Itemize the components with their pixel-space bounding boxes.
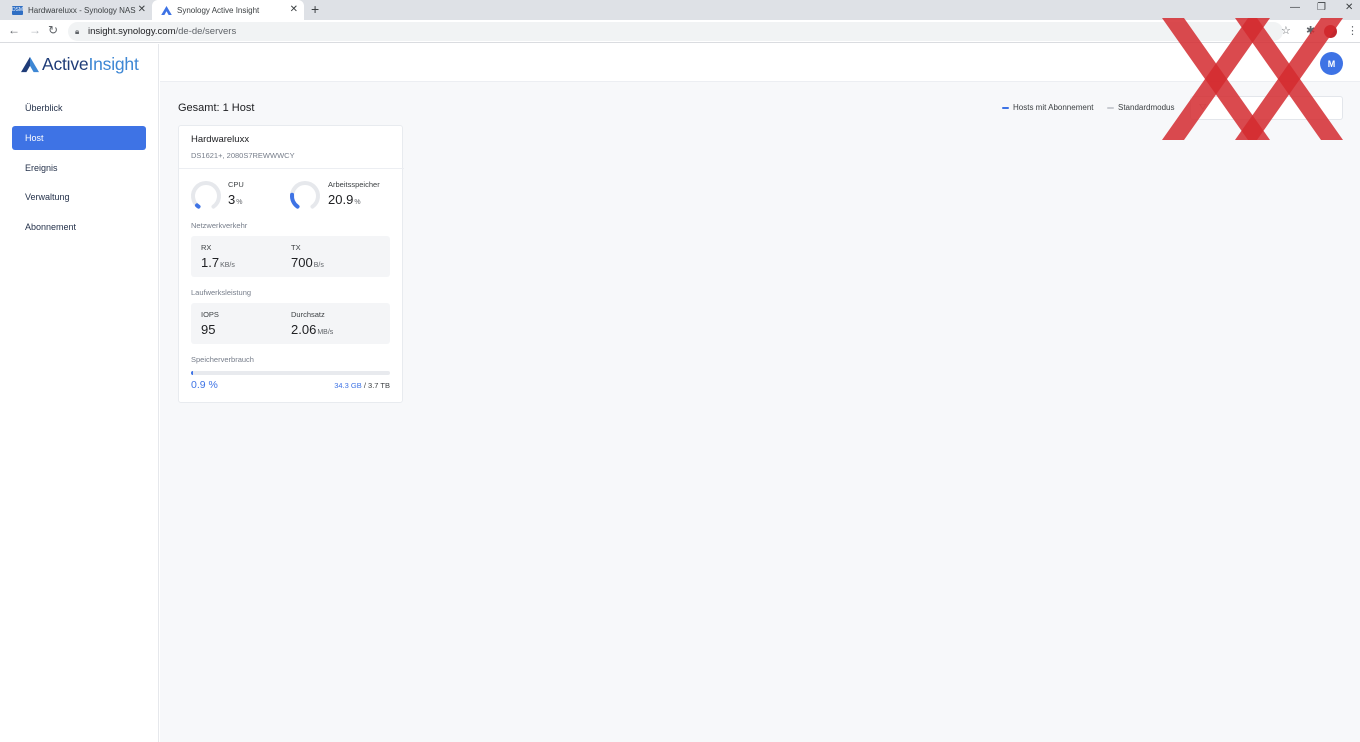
- memory-gauge: [290, 181, 320, 209]
- url-field[interactable]: 🔒︎ insight.synology.com/de-de/servers: [68, 22, 1283, 41]
- active-insight-logo[interactable]: ActiveInsight: [21, 54, 139, 75]
- tx-value: 700B/s: [291, 255, 324, 270]
- logo-text: ActiveInsight: [42, 54, 139, 74]
- main-content: M Gesamt: 1 Host Hosts mit Abonnement St…: [160, 44, 1360, 742]
- drive-section-label: Laufwerksleistung: [191, 288, 252, 297]
- host-total: Gesamt: 1 Host: [178, 102, 255, 114]
- sidebar: ActiveInsight Überblick Host Ereignis Ve…: [0, 44, 159, 742]
- extensions-icon[interactable]: ✱: [1306, 24, 1315, 37]
- memory-value: 20.9%: [328, 192, 361, 207]
- more-menu-icon[interactable]: ⋮: [1347, 24, 1358, 37]
- sidebar-item-events[interactable]: Ereignis: [12, 156, 146, 180]
- legend-subscribed: Hosts mit Abonnement: [1002, 103, 1093, 112]
- close-icon[interactable]: ✕: [290, 4, 298, 15]
- tab-title: Synology Active Insight: [177, 5, 260, 15]
- legend-standard: Standardmodus: [1107, 103, 1174, 112]
- iops-value: 95: [201, 322, 216, 337]
- memory-label: Arbeitsspeicher: [328, 180, 380, 189]
- throughput-value: 2.06MB/s: [291, 322, 334, 337]
- network-metrics: RX 1.7KB/s TX 700B/s: [191, 236, 390, 277]
- active-insight-favicon-icon: [161, 5, 172, 15]
- browser-address-bar: ← → ↻ 🔒︎ insight.synology.com/de-de/serv…: [0, 20, 1360, 43]
- sidebar-item-overview[interactable]: Überblick: [12, 96, 146, 120]
- throughput-label: Durchsatz: [291, 310, 325, 319]
- minimize-icon[interactable]: —: [1290, 2, 1300, 13]
- storage-section-label: Speicherverbrauch: [191, 355, 254, 364]
- gauge-track: [191, 181, 221, 209]
- back-icon[interactable]: ←: [8, 23, 20, 37]
- legend-label: Standardmodus: [1118, 103, 1175, 112]
- gauge-fill: [290, 192, 300, 209]
- storage-usage: 34.3 GB / 3.7 TB: [334, 381, 390, 390]
- filter-icon[interactable]: ⛛: [1199, 102, 1207, 113]
- rx-label: RX: [201, 243, 212, 252]
- sidebar-item-management[interactable]: Verwaltung: [12, 185, 146, 209]
- new-tab-icon[interactable]: +: [311, 1, 319, 17]
- cpu-label: CPU: [228, 180, 244, 189]
- host-card[interactable]: Hardwareluxx DS1621+, 2080S7REWWWCY CPU …: [178, 125, 404, 403]
- close-icon[interactable]: ✕: [138, 4, 146, 15]
- sidebar-item-host[interactable]: Host: [12, 126, 146, 150]
- url-host: insight.synology.com: [88, 26, 176, 37]
- iops-label: IOPS: [201, 310, 219, 319]
- sidebar-item-subscription[interactable]: Abonnement: [12, 215, 146, 239]
- legend-label: Hosts mit Abonnement: [1013, 103, 1094, 112]
- tab-title: Hardwareluxx - Synology NAS: [28, 5, 136, 15]
- network-section-label: Netzwerkverkehr: [191, 221, 248, 230]
- avatar[interactable]: M: [1320, 52, 1343, 75]
- cpu-value: 3%: [228, 192, 243, 207]
- reload-icon[interactable]: ↻: [48, 23, 58, 37]
- filter-search-box[interactable]: ⛛: [1190, 96, 1343, 120]
- tx-label: TX: [291, 243, 301, 252]
- bookmark-star-icon[interactable]: ☆: [1281, 24, 1291, 37]
- dsm-favicon-icon: DSM: [11, 5, 24, 15]
- window-close-icon[interactable]: ✕: [1345, 2, 1353, 13]
- drive-metrics: IOPS 95 Durchsatz 2.06MB/s: [191, 303, 390, 344]
- logo-icon: [21, 56, 39, 73]
- host-name[interactable]: Hardwareluxx: [191, 134, 249, 145]
- browser-tab-bar: DSM Hardwareluxx - Synology NAS ✕ Synolo…: [0, 0, 1360, 20]
- cpu-gauge: [191, 181, 221, 209]
- legend-swatch: [1002, 106, 1009, 109]
- gauge-fill: [195, 203, 201, 209]
- filter-input[interactable]: [1213, 100, 1337, 116]
- legend-swatch: [1107, 106, 1114, 109]
- browser-tab-active-insight[interactable]: Synology Active Insight ✕: [152, 0, 304, 20]
- storage-progress-fill: [191, 371, 193, 375]
- forward-icon[interactable]: →: [29, 23, 41, 37]
- browser-tab-synology-nas[interactable]: DSM Hardwareluxx - Synology NAS ✕: [0, 0, 152, 20]
- browser-profile-icon[interactable]: [1324, 25, 1337, 38]
- host-card-header: Hardwareluxx DS1621+, 2080S7REWWWCY: [179, 126, 404, 169]
- url-path: /de-de/servers: [175, 26, 237, 37]
- storage-percent: 0.9 %: [191, 379, 218, 391]
- storage-progress-bar: [191, 371, 390, 375]
- restore-icon[interactable]: ❐: [1317, 2, 1326, 13]
- rx-value: 1.7KB/s: [201, 255, 235, 270]
- host-model-serial: DS1621+, 2080S7REWWWCY: [191, 151, 295, 160]
- lock-icon: 🔒︎: [75, 27, 80, 36]
- top-header: M: [160, 44, 1360, 82]
